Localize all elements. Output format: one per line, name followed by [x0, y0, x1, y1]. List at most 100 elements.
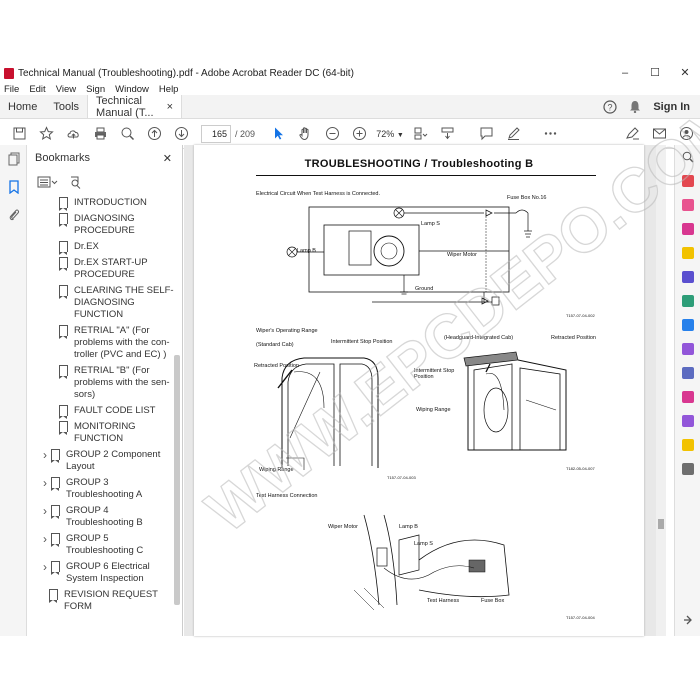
page-header: TROUBLESHOOTING / Troubleshooting B — [304, 158, 534, 170]
send-for-comments-icon[interactable] — [675, 433, 700, 457]
bookmark-item[interactable]: FAULT CODE LIST — [27, 405, 175, 419]
tab-bar: Home Tools Technical Manual (T... × ? Si… — [0, 95, 700, 119]
bookmark-item[interactable]: RETRIAL "B" (For problems with the sen-s… — [27, 365, 175, 401]
figure-code-1: T157-07-04-002 — [566, 313, 595, 318]
minimize-button[interactable]: – — [610, 64, 640, 82]
fill-sign-icon[interactable] — [675, 337, 700, 361]
bookmark-label: CLEARING THE SELF-DIAGNOSING FUNCTION — [74, 285, 174, 320]
scroll-mode-icon[interactable] — [434, 121, 461, 147]
menu-sign[interactable]: Sign — [86, 84, 105, 95]
bookmark-item[interactable]: › GROUP 3 Troubleshooting A — [27, 477, 175, 501]
more-tools-icon[interactable] — [675, 457, 700, 481]
next-page-icon[interactable] — [168, 121, 195, 147]
prev-page-icon[interactable] — [141, 121, 168, 147]
cloud-upload-icon[interactable] — [60, 121, 87, 147]
edit-sign-icon[interactable] — [619, 121, 646, 147]
close-panel-button[interactable]: ✕ — [163, 152, 172, 165]
bookmark-item[interactable]: Dr.EX — [27, 241, 175, 255]
create-pdf-icon[interactable] — [675, 169, 700, 193]
bookmark-item[interactable]: INTRODUCTION — [27, 197, 175, 211]
label-fuse-box-16: Fuse Box No.16 — [507, 195, 547, 201]
chevron-right-icon[interactable]: › — [39, 505, 51, 517]
scan-icon[interactable] — [675, 313, 700, 337]
header-rule — [256, 175, 596, 176]
document-scrollbar[interactable] — [656, 145, 666, 636]
page-display-icon[interactable] — [407, 121, 434, 147]
select-cursor-icon[interactable] — [265, 121, 292, 147]
bookmark-flag-icon — [59, 421, 68, 435]
figure-code-3: T182-05-04-007 — [566, 466, 595, 471]
bookmark-label: GROUP 3 Troubleshooting A — [66, 477, 143, 500]
zoom-search-icon[interactable] — [114, 121, 141, 147]
mail-icon[interactable] — [646, 121, 673, 147]
organize-pages-icon[interactable] — [675, 289, 700, 313]
edit-pdf-icon[interactable] — [675, 193, 700, 217]
document-scroll-thumb[interactable] — [658, 519, 664, 529]
tab-close-button[interactable]: × — [167, 101, 173, 113]
bookmark-item[interactable]: MONITORING FUNCTION — [27, 421, 175, 445]
label-wiper-motor: Wiper Motor — [447, 252, 477, 258]
bookmark-item[interactable]: › GROUP 6 Electrical System Inspection — [27, 561, 175, 585]
bookmark-flag-icon — [59, 405, 68, 419]
sign-in-button[interactable]: Sign In — [653, 101, 690, 113]
find-bookmark-icon[interactable] — [69, 176, 81, 189]
document-view: TROUBLESHOOTING / Troubleshooting B Elec… — [184, 145, 666, 636]
bookmark-item[interactable]: › GROUP 4 Troubleshooting B — [27, 505, 175, 529]
bookmark-flag-icon — [51, 561, 60, 575]
menu-file[interactable]: File — [4, 84, 19, 95]
zoom-in-icon[interactable] — [346, 121, 373, 147]
chevron-right-icon[interactable]: › — [39, 477, 51, 489]
bookmark-item[interactable]: › GROUP 5 Troubleshooting C — [27, 533, 175, 557]
share-user-icon[interactable] — [673, 121, 700, 147]
combine-files-icon[interactable] — [675, 265, 700, 289]
bookmark-label: GROUP 2 Component Layout — [66, 449, 161, 472]
star-icon[interactable] — [33, 121, 60, 147]
pen-icon[interactable] — [500, 121, 527, 147]
bookmarks-scrollbar[interactable] — [174, 355, 180, 605]
page-number-input[interactable]: 165 — [201, 124, 231, 143]
chevron-right-icon[interactable]: › — [39, 449, 51, 461]
tab-document[interactable]: Technical Manual (T... × — [87, 95, 183, 119]
tab-home[interactable]: Home — [0, 95, 45, 118]
bookmark-icon[interactable] — [0, 173, 27, 201]
zoom-level-select[interactable]: 72% ▼ — [373, 125, 407, 143]
bookmark-item[interactable]: CLEARING THE SELF-DIAGNOSING FUNCTION — [27, 285, 175, 321]
hand-tool-icon[interactable] — [292, 121, 319, 147]
protect-icon[interactable] — [675, 361, 700, 385]
menu-help[interactable]: Help — [159, 84, 179, 95]
options-menu-icon[interactable] — [37, 176, 59, 188]
menu-view[interactable]: View — [56, 84, 76, 95]
menu-window[interactable]: Window — [115, 84, 149, 95]
attachment-icon[interactable] — [0, 201, 27, 229]
title-bar: Technical Manual (Troubleshooting).pdf -… — [0, 64, 700, 82]
export-pdf-icon[interactable] — [675, 217, 700, 241]
more-icon[interactable] — [537, 121, 564, 147]
chevron-right-icon[interactable]: › — [39, 561, 51, 573]
label-intermittent-stop-2b: Position — [414, 374, 434, 380]
comment-tool-icon[interactable] — [675, 241, 700, 265]
maximize-button[interactable]: ☐ — [640, 64, 670, 82]
close-window-button[interactable]: ✕ — [670, 64, 700, 82]
chevron-right-icon[interactable]: › — [39, 533, 51, 545]
bell-icon[interactable] — [629, 100, 641, 113]
bookmark-item[interactable]: Dr.EX START-UP PROCEDURE — [27, 257, 175, 281]
figure-code-4: T157-07-04-004 — [566, 615, 595, 620]
comment-icon[interactable] — [473, 121, 500, 147]
request-signature-icon[interactable] — [675, 409, 700, 433]
bookmark-item[interactable]: REVISION REQUEST FORM — [27, 589, 175, 613]
bookmark-flag-icon — [59, 285, 68, 299]
bookmark-item[interactable]: › GROUP 2 Component Layout — [27, 449, 175, 473]
page-thumbnails-icon[interactable] — [0, 145, 27, 173]
expand-panel-icon[interactable] — [675, 608, 700, 632]
tab-tools[interactable]: Tools — [45, 95, 87, 118]
redact-icon[interactable] — [675, 385, 700, 409]
print-icon[interactable] — [87, 121, 114, 147]
zoom-out-icon[interactable] — [319, 121, 346, 147]
bookmark-label: Dr.EX — [74, 241, 99, 252]
menu-edit[interactable]: Edit — [29, 84, 45, 95]
save-icon[interactable] — [6, 121, 33, 147]
search-tool-icon[interactable] — [675, 145, 700, 169]
help-icon[interactable]: ? — [603, 99, 617, 114]
bookmark-item[interactable]: DIAGNOSING PROCEDURE — [27, 213, 175, 237]
bookmark-item[interactable]: RETRIAL "A" (For problems with the con-t… — [27, 325, 175, 361]
